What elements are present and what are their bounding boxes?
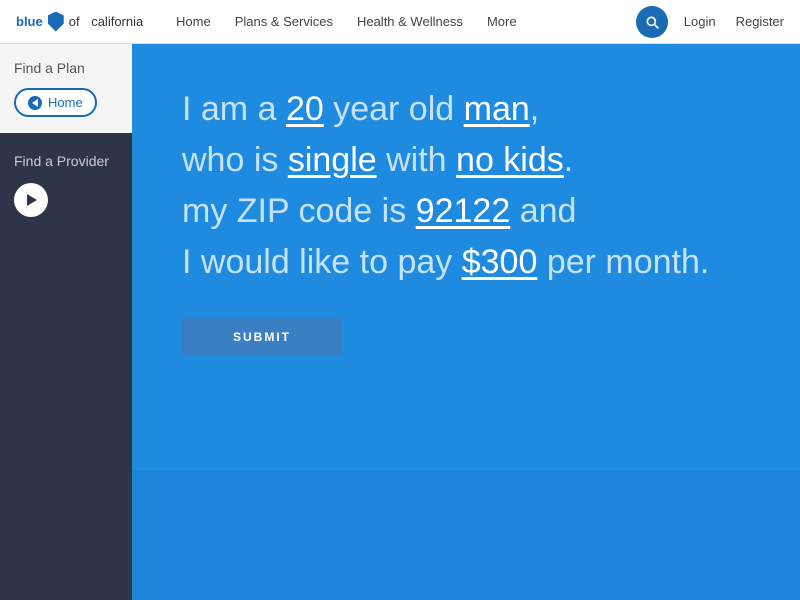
sidebar: Find a Plan Home Find a Provider	[0, 44, 132, 600]
hero-kids: no kids	[456, 141, 564, 179]
hero-line2-mid: with	[386, 141, 446, 179]
hero-line4-pre: I would like to pay	[182, 243, 452, 281]
navbar: blue of california Home Plans & Services…	[0, 0, 800, 44]
nav-auth: Login Register	[684, 14, 784, 29]
sidebar-top: Find a Plan Home	[0, 44, 132, 133]
search-button[interactable]	[636, 6, 668, 38]
sidebar-bottom: Find a Provider	[0, 133, 132, 600]
arrow-left-icon	[28, 96, 42, 110]
login-link[interactable]: Login	[684, 14, 716, 29]
hero-amount: $300	[462, 243, 538, 281]
hero-line1-post: year old	[333, 90, 454, 128]
hero-line3-pre: my ZIP code is	[182, 192, 406, 230]
hero-text: I am a 20 year old man, who is single wi…	[182, 84, 750, 288]
nav-health[interactable]: Health & Wellness	[357, 14, 463, 29]
find-provider-label: Find a Provider	[14, 153, 118, 169]
hero-zip: 92122	[416, 192, 511, 230]
brand-logo: blue of california	[16, 12, 146, 32]
register-link[interactable]: Register	[736, 14, 784, 29]
brand-of: of	[69, 14, 80, 29]
brand-california: california	[91, 14, 143, 29]
home-button[interactable]: Home	[14, 88, 97, 117]
hero-line3-post: and	[520, 192, 577, 230]
hero-status: single	[288, 141, 377, 179]
brand-blue: blue	[16, 14, 43, 29]
bottom-strip	[132, 470, 800, 600]
main-content: Find a Plan Home Find a Provider I am a …	[0, 44, 800, 600]
hero-gender: man	[464, 90, 530, 128]
shield-icon	[48, 12, 64, 32]
hero-section: I am a 20 year old man, who is single wi…	[132, 44, 800, 600]
nav-more[interactable]: More	[487, 14, 517, 29]
nav-home[interactable]: Home	[176, 14, 211, 29]
hero-line4-post: per month.	[547, 243, 710, 281]
find-plan-label: Find a Plan	[14, 60, 118, 76]
nav-links: Home Plans & Services Health & Wellness …	[176, 14, 636, 29]
find-provider-button[interactable]	[14, 183, 48, 217]
search-icon	[644, 14, 660, 30]
hero-line1-pre: I am a	[182, 90, 276, 128]
submit-button[interactable]: SUBMIT	[182, 318, 342, 356]
nav-plans[interactable]: Plans & Services	[235, 14, 333, 29]
home-button-label: Home	[48, 95, 83, 110]
hero-age: 20	[286, 90, 324, 128]
hero-line2-pre: who is	[182, 141, 278, 179]
